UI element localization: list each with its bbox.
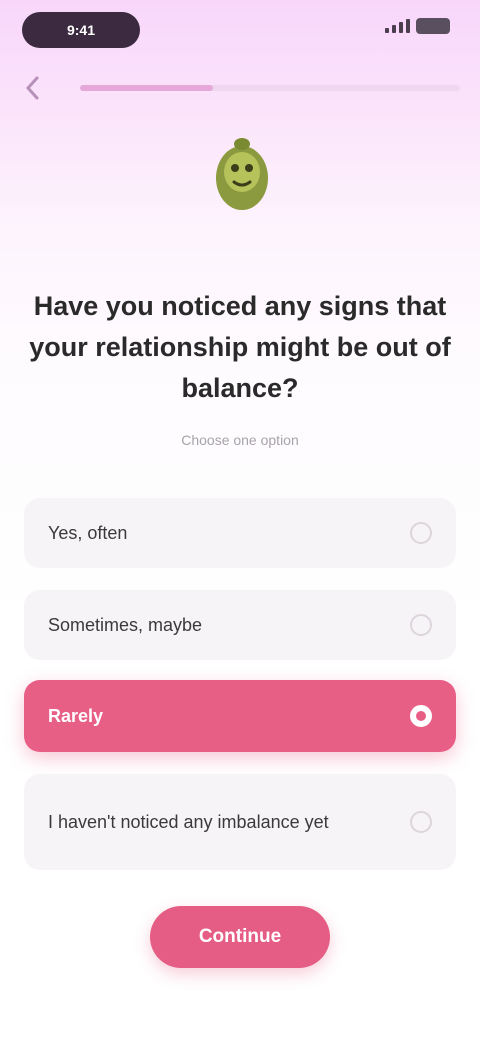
option-label: Rarely: [48, 706, 104, 726]
option-item[interactable]: Yes, often: [24, 498, 456, 568]
radio-icon[interactable]: [410, 614, 432, 636]
radio-icon[interactable]: [410, 705, 432, 727]
continue-label: Continue: [198, 926, 282, 947]
status-center-text: [205, 18, 275, 34]
continue-button[interactable]: Continue: [150, 906, 330, 968]
status-time-pill: 9:41: [22, 12, 140, 48]
top-nav: [0, 70, 480, 106]
progress-bar: [80, 85, 460, 91]
battery-icon: [416, 18, 450, 34]
option-item[interactable]: Sometimes, maybe: [24, 590, 456, 660]
option-label: I haven't noticed any imbalance yet: [48, 812, 329, 832]
question-title: Have you noticed any signs that your rel…: [29, 291, 451, 403]
mascot-icon: [210, 136, 274, 216]
status-bar: 9:41: [0, 0, 480, 62]
option-item[interactable]: Rarely: [24, 680, 456, 752]
progress-fill: [80, 85, 213, 91]
question-hint: Choose one option: [181, 432, 299, 448]
signal-icon: [385, 19, 410, 33]
option-label: Sometimes, maybe: [48, 615, 203, 635]
status-indicators: [385, 18, 450, 34]
option-label: Yes, often: [48, 523, 128, 543]
status-time: 9:41: [66, 22, 96, 38]
arrow-left-icon[interactable]: [20, 74, 44, 102]
option-item[interactable]: I haven't noticed any imbalance yet: [24, 774, 456, 870]
radio-icon[interactable]: [410, 811, 432, 833]
radio-icon[interactable]: [410, 522, 432, 544]
